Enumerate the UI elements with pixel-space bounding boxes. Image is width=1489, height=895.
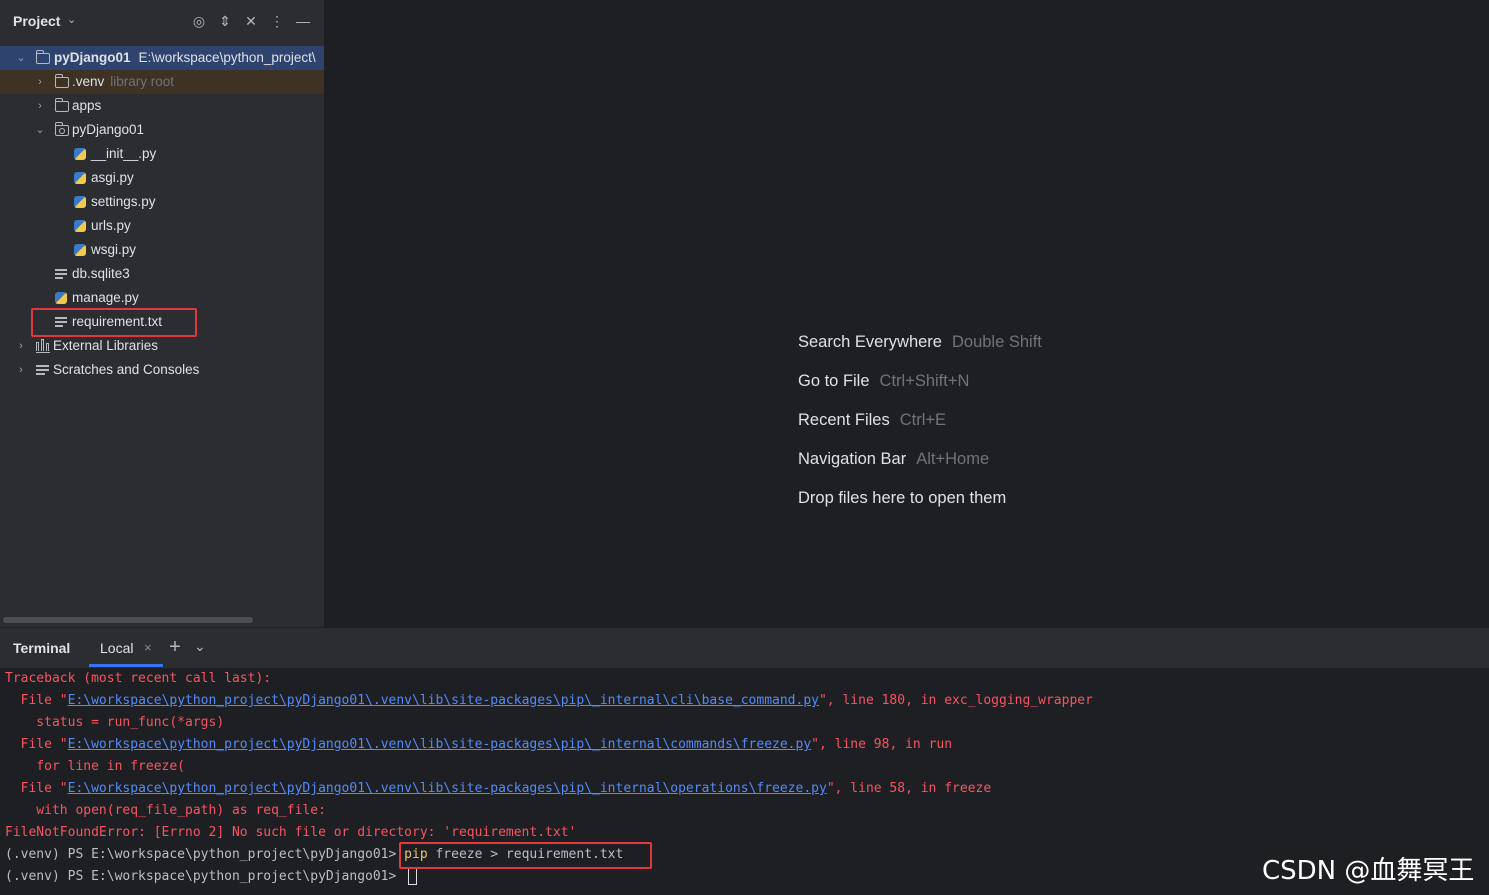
tree-item-file[interactable]: __init__.py bbox=[0, 142, 324, 166]
tip-action: Drop files here to open them bbox=[798, 489, 1007, 507]
text-file-icon bbox=[55, 269, 67, 279]
project-header: Project ⌄ ◎ ⇕ ✕ ⋮ — bbox=[0, 0, 324, 42]
tip-search-everywhere: Search Everywhere Double Shift bbox=[798, 333, 1042, 352]
terminal-line: FileNotFoundError: [Errno 2] No such fil… bbox=[5, 825, 577, 840]
tip-drop-files: Drop files here to open them bbox=[798, 489, 1006, 508]
tree-item-file[interactable]: settings.py bbox=[0, 190, 324, 214]
annotation-highlight-box bbox=[31, 308, 197, 337]
tree-item-file[interactable]: urls.py bbox=[0, 214, 324, 238]
tree-item-label: asgi.py bbox=[91, 170, 134, 185]
tree-item-label: db.sqlite3 bbox=[72, 266, 130, 281]
chevron-down-icon[interactable]: ⌄ bbox=[34, 118, 46, 142]
terminal-title: Terminal bbox=[13, 640, 71, 656]
package-folder-icon bbox=[55, 122, 69, 136]
tree-item-label: settings.py bbox=[91, 194, 156, 209]
minimize-icon[interactable]: — bbox=[294, 11, 312, 31]
target-icon[interactable]: ◎ bbox=[190, 11, 208, 31]
tree-item-package[interactable]: ⌄ pyDjango01 bbox=[0, 118, 324, 142]
folder-icon bbox=[36, 50, 50, 64]
tab-label: Local bbox=[100, 640, 134, 656]
tip-shortcut: Ctrl+Shift+N bbox=[879, 372, 970, 390]
tree-item-file[interactable]: asgi.py bbox=[0, 166, 324, 190]
tree-item-venv[interactable]: › .venv library root bbox=[0, 70, 324, 94]
terminal-input-line[interactable]: (.venv) PS E:\workspace\python_project\p… bbox=[5, 866, 418, 888]
tree-item-label: wsgi.py bbox=[91, 242, 137, 257]
tree-item-label: urls.py bbox=[91, 218, 131, 233]
tip-action: Recent Files bbox=[798, 411, 890, 429]
more-options-icon[interactable]: ⋮ bbox=[268, 11, 286, 31]
annotation-highlight-box bbox=[399, 842, 652, 869]
tip-shortcut: Ctrl+E bbox=[899, 411, 947, 429]
terminal-prompt: (.venv) PS E:\workspace\python_project\p… bbox=[5, 847, 405, 862]
project-tool-window: Project ⌄ ◎ ⇕ ✕ ⋮ — ⌄ pyDjango01 E:\works… bbox=[0, 0, 325, 627]
terminal-line: for line in freeze( bbox=[5, 759, 186, 774]
tip-shortcut: Alt+Home bbox=[916, 450, 990, 468]
terminal-line: status = run_func(*args) bbox=[5, 715, 225, 730]
watermark: CSDN @血舞冥王 bbox=[1262, 856, 1475, 886]
scratches-icon bbox=[36, 365, 49, 375]
tree-item-label: pyDjango01 bbox=[54, 50, 131, 65]
project-title[interactable]: Project bbox=[13, 13, 60, 29]
python-file-icon bbox=[74, 148, 86, 160]
terminal-prompt: (.venv) PS E:\workspace\python_project\p… bbox=[5, 869, 405, 884]
tree-item-external-libraries[interactable]: › External Libraries bbox=[0, 334, 324, 358]
tree-item-apps[interactable]: › apps bbox=[0, 94, 324, 118]
terminal-header: Terminal Local × + ⌄ bbox=[0, 627, 1489, 668]
tree-item-scratches[interactable]: › Scratches and Consoles bbox=[0, 358, 324, 382]
tree-item-hint: library root bbox=[110, 74, 175, 89]
terminal-line: File "E:\workspace\python_project\pyDjan… bbox=[5, 781, 992, 796]
folder-icon bbox=[55, 74, 69, 88]
text-cursor bbox=[408, 868, 418, 885]
active-tab-indicator bbox=[89, 664, 163, 667]
file-link[interactable]: E:\workspace\python_project\pyDjango01\.… bbox=[68, 781, 827, 796]
tip-shortcut: Double Shift bbox=[951, 333, 1042, 351]
python-file-icon bbox=[74, 220, 86, 232]
chevron-right-icon[interactable]: › bbox=[34, 70, 46, 94]
collapse-all-icon[interactable]: ✕ bbox=[242, 11, 260, 31]
python-file-icon bbox=[55, 292, 67, 304]
editor-empty-area: Search Everywhere Double Shift Go to File… bbox=[325, 0, 1489, 627]
chevron-down-icon[interactable]: ⌄ bbox=[15, 46, 27, 70]
tree-item-project-root[interactable]: ⌄ pyDjango01 E:\workspace\python_project\ bbox=[0, 46, 324, 70]
python-file-icon bbox=[74, 244, 86, 256]
library-icon bbox=[36, 339, 50, 353]
folder-icon bbox=[55, 98, 69, 112]
terminal-line: with open(req_file_path) as req_file: bbox=[5, 803, 326, 818]
terminal-line: File "E:\workspace\python_project\pyDjan… bbox=[5, 693, 1093, 708]
plus-icon[interactable]: + bbox=[167, 636, 183, 659]
chevron-right-icon[interactable]: › bbox=[15, 334, 27, 358]
tree-item-path: E:\workspace\python_project\ bbox=[138, 50, 316, 65]
tip-action: Navigation Bar bbox=[798, 450, 907, 468]
file-link[interactable]: E:\workspace\python_project\pyDjango01\.… bbox=[68, 737, 812, 752]
horizontal-scrollbar[interactable] bbox=[3, 617, 253, 623]
tree-item-file[interactable]: db.sqlite3 bbox=[0, 262, 324, 286]
tree-item-file[interactable]: wsgi.py bbox=[0, 238, 324, 262]
tree-item-file[interactable]: manage.py bbox=[0, 286, 324, 310]
tab-local[interactable]: Local × bbox=[89, 628, 163, 668]
tree-item-label: External Libraries bbox=[53, 338, 159, 353]
chevron-right-icon[interactable]: › bbox=[34, 94, 46, 118]
terminal-line: Traceback (most recent call last): bbox=[5, 671, 272, 686]
tree-item-label: manage.py bbox=[72, 290, 139, 305]
tip-go-to-file: Go to File Ctrl+Shift+N bbox=[798, 372, 969, 391]
tree-item-label: pyDjango01 bbox=[72, 122, 145, 137]
tree-item-label: apps bbox=[72, 98, 102, 113]
python-file-icon bbox=[74, 196, 86, 208]
tip-recent-files: Recent Files Ctrl+E bbox=[798, 411, 946, 430]
file-link[interactable]: E:\workspace\python_project\pyDjango01\.… bbox=[68, 693, 819, 708]
tip-navigation-bar: Navigation Bar Alt+Home bbox=[798, 450, 989, 469]
chevron-down-icon[interactable]: ⌄ bbox=[194, 638, 206, 655]
tree-item-label: Scratches and Consoles bbox=[53, 362, 200, 377]
close-icon[interactable]: × bbox=[144, 640, 152, 655]
tree-item-label: __init__.py bbox=[91, 146, 157, 161]
expand-collapse-icon[interactable]: ⇕ bbox=[216, 11, 234, 31]
python-file-icon bbox=[74, 172, 86, 184]
tip-action: Go to File bbox=[798, 372, 870, 390]
terminal-line: File "E:\workspace\python_project\pyDjan… bbox=[5, 737, 953, 752]
chevron-right-icon[interactable]: › bbox=[15, 358, 27, 382]
tip-action: Search Everywhere bbox=[798, 333, 942, 351]
tree-item-label: .venv bbox=[72, 74, 105, 89]
chevron-down-icon[interactable]: ⌄ bbox=[67, 13, 76, 26]
